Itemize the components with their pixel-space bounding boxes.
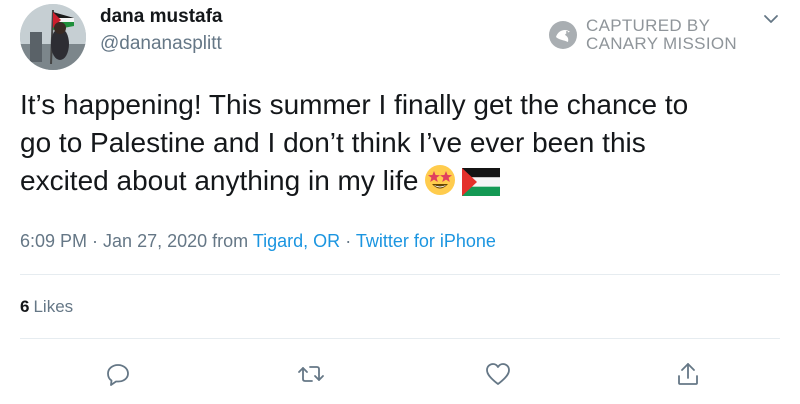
location-link[interactable]: Tigard, OR (253, 231, 340, 251)
reply-icon[interactable] (104, 360, 132, 388)
tweet-time[interactable]: 6:09 PM (20, 231, 87, 251)
avatar[interactable] (20, 4, 86, 70)
tweet-text-line-1: It’s happening! This summer I finally ge… (20, 89, 689, 120)
divider (20, 274, 780, 275)
likes-label: Likes (33, 297, 74, 316)
username[interactable]: @dananasplitt (100, 33, 222, 55)
likes-stat[interactable]: 6 Likes (20, 297, 73, 317)
tweet-date[interactable]: Jan 27, 2020 (103, 231, 207, 251)
display-name[interactable]: dana mustafa (100, 6, 222, 28)
tweet-text-line-3: excited about anything in my life (20, 165, 419, 196)
palestine-flag-emoji-icon (462, 168, 501, 206)
tweet-meta: 6:09 PM · Jan 27, 2020 from Tigard, OR ·… (20, 231, 496, 252)
tweet-text-line-3-wrap: excited about anything in my life (20, 162, 780, 206)
star-struck-emoji-icon (424, 164, 456, 206)
watermark-line-1: CAPTURED BY (586, 16, 711, 35)
canary-logo-icon (549, 21, 577, 49)
share-icon[interactable] (674, 360, 702, 388)
tweet-text-line-2: go to Palestine and I don’t think I’ve e… (20, 127, 646, 158)
chevron-down-icon[interactable] (762, 12, 780, 26)
retweet-icon[interactable] (297, 360, 325, 388)
source-link[interactable]: Twitter for iPhone (356, 231, 496, 251)
meta-separator: · (340, 231, 356, 251)
watermark-line-2: CANARY MISSION (586, 34, 737, 53)
divider (20, 338, 780, 339)
likes-count: 6 (20, 297, 30, 316)
tweet-text: It’s happening! This summer I finally ge… (20, 86, 780, 206)
meta-separator: · (87, 231, 104, 251)
from-label: from (207, 231, 253, 251)
canary-mission-watermark: CAPTURED BY CANARY MISSION (548, 17, 737, 53)
like-icon[interactable] (484, 360, 512, 388)
